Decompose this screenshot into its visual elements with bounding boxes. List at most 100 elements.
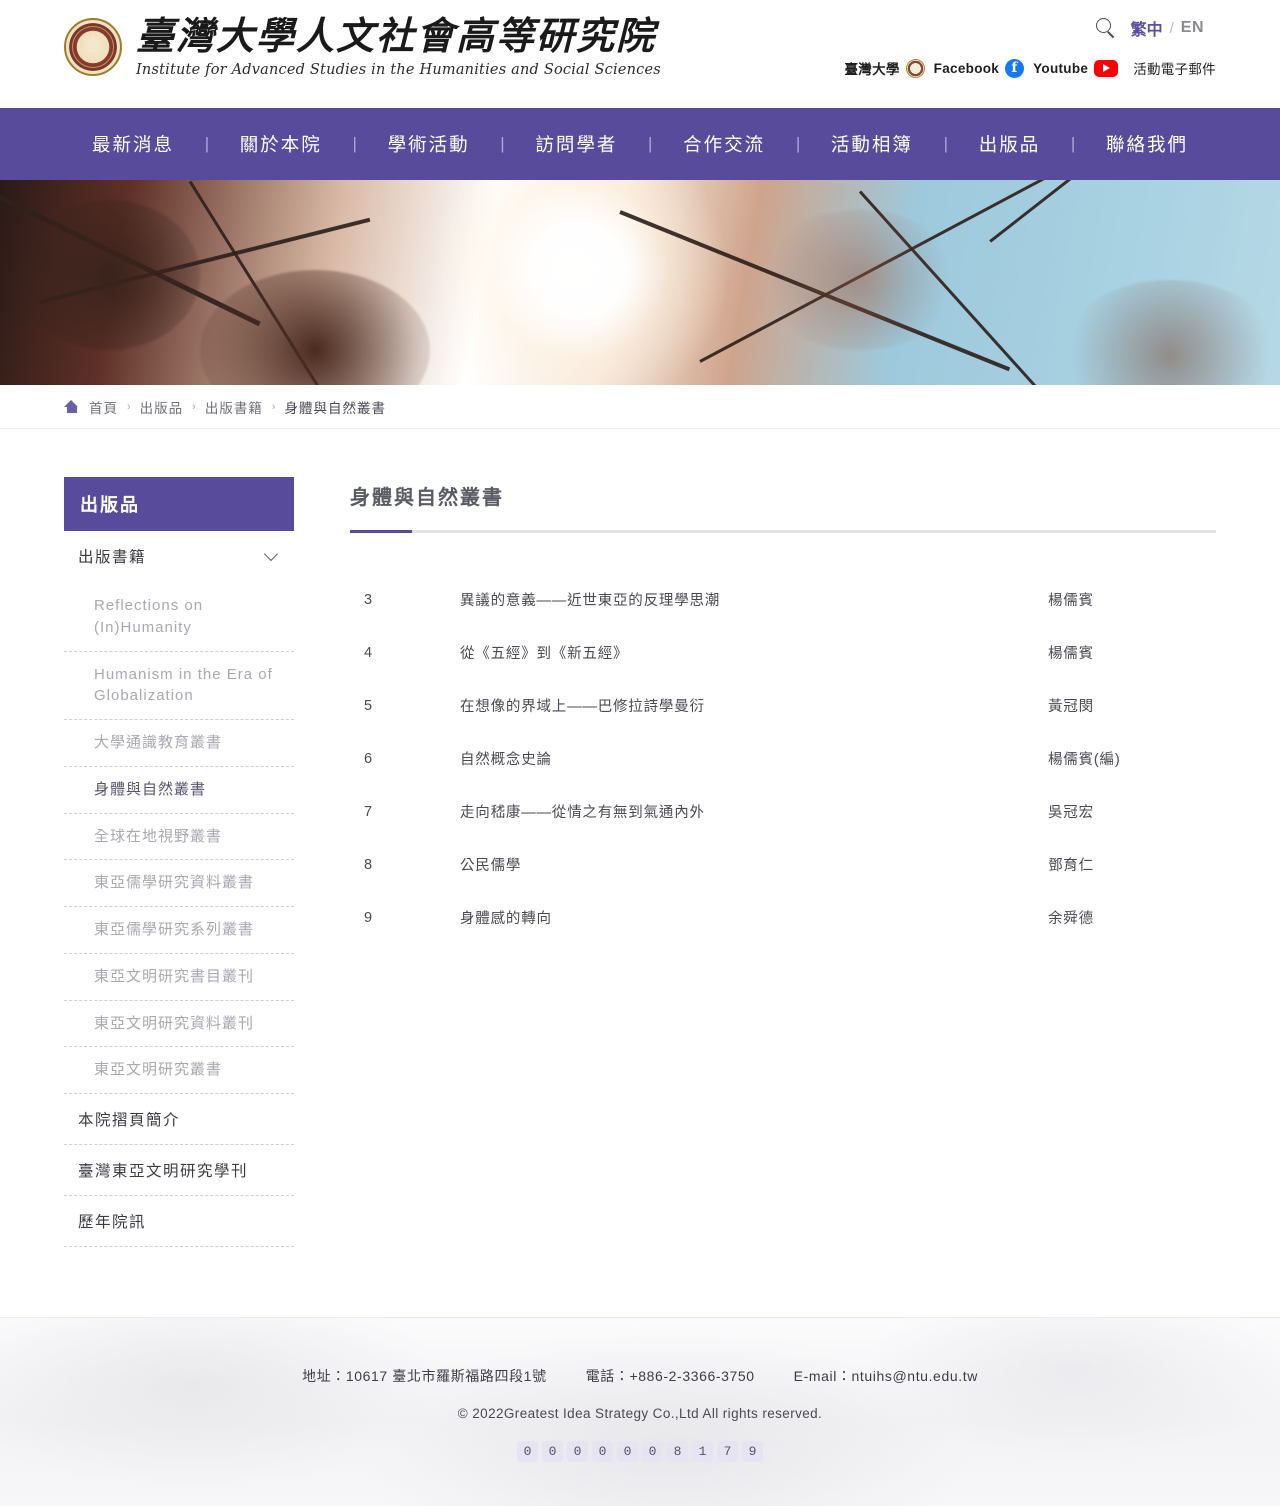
- table-row[interactable]: 7 走向嵇康——從情之有無到氣通內外 吳冠宏: [350, 785, 1216, 838]
- page-body: 出版品 出版書籍 Reflections on (In)Humanity Hum…: [0, 429, 1280, 1317]
- counter-digit: 0: [642, 1441, 663, 1462]
- nav-link-about[interactable]: 關於本院: [240, 131, 322, 157]
- nav-divider: |: [500, 134, 505, 153]
- sidebar-item-confucian-materials[interactable]: 東亞儒學研究資料叢書: [64, 860, 294, 907]
- nav-divider: |: [1070, 134, 1076, 153]
- sidebar-item-newsletter[interactable]: 歷年院訊: [64, 1196, 294, 1247]
- link-facebook[interactable]: Facebook f: [933, 58, 1025, 78]
- breadcrumb-item-books[interactable]: 出版書籍: [205, 397, 263, 417]
- book-author: 楊儒賓: [1048, 593, 1094, 609]
- nav-item-cooperation[interactable]: 合作交流: [683, 131, 765, 157]
- nav-link-publications[interactable]: 出版品: [979, 131, 1041, 157]
- site-logo[interactable]: 臺灣大學人文社會高等研究院 Institute for Advanced Stu…: [64, 8, 661, 78]
- nav-link-academic[interactable]: 學術活動: [388, 131, 470, 157]
- main-content: 身體與自然叢書 3 異議的意義——近世東亞的反理學思潮 楊儒賓 4 從《五經》到…: [350, 477, 1216, 944]
- site-header: 臺灣大學人文社會高等研究院 Institute for Advanced Stu…: [0, 0, 1280, 108]
- link-ntu[interactable]: 臺灣大學: [844, 58, 925, 78]
- nav-divider: |: [648, 134, 653, 153]
- sidebar-item-journal[interactable]: 臺灣東亞文明研究學刊: [64, 1145, 294, 1196]
- nav-link-news[interactable]: 最新消息: [92, 131, 174, 157]
- book-title[interactable]: 走向嵇康——從情之有無到氣通內外: [460, 785, 1036, 838]
- footer-phone: 電話：+886-2-3366-3750: [585, 1368, 755, 1384]
- book-author: 余舜德: [1048, 911, 1094, 927]
- nav-item-about[interactable]: 關於本院: [240, 131, 322, 157]
- book-title[interactable]: 自然概念史論: [460, 732, 1036, 785]
- book-title[interactable]: 異議的意義——近世東亞的反理學思潮: [460, 573, 1036, 626]
- breadcrumb-separator: ›: [127, 400, 131, 413]
- nav-item-publications[interactable]: 出版品: [979, 131, 1041, 157]
- nav-divider: |: [352, 134, 357, 153]
- table-row[interactable]: 8 公民儒學 鄧育仁: [350, 838, 1216, 891]
- search-icon[interactable]: [1095, 17, 1117, 39]
- foliage: [20, 200, 200, 350]
- breadcrumb: 首頁 › 出版品 › 出版書籍 › 身體與自然叢書: [64, 397, 386, 417]
- breadcrumb-separator: ›: [192, 400, 196, 413]
- link-youtube-label: Youtube: [1033, 60, 1089, 76]
- book-title[interactable]: 公民儒學: [460, 838, 1036, 891]
- counter-digit: 0: [617, 1441, 638, 1462]
- book-title[interactable]: 在想像的界域上——巴修拉詩學曼衍: [460, 679, 1036, 732]
- title-underline: [350, 530, 1216, 533]
- book-author: 楊儒賓(編): [1048, 752, 1121, 768]
- footer-copyright: © 2022Greatest Idea Strategy Co.,Ltd All…: [457, 1406, 823, 1421]
- footer-address: 地址：10617 臺北市羅斯福路四段1號: [302, 1368, 547, 1384]
- nav-item-album[interactable]: 活動相簿: [831, 131, 913, 157]
- lang-option-zh[interactable]: 繁中: [1131, 16, 1163, 40]
- nav-item-visiting-scholars[interactable]: 訪問學者: [535, 131, 617, 157]
- logo-text: 臺灣大學人文社會高等研究院 Institute for Advanced Stu…: [136, 8, 661, 78]
- nav-item-news[interactable]: 最新消息: [92, 131, 174, 157]
- link-ntu-label: 臺灣大學: [844, 62, 900, 77]
- language-switcher: 繁中 / EN: [1131, 16, 1204, 40]
- sidebar-item-global-local[interactable]: 全球在地視野叢書: [64, 814, 294, 861]
- sidebar-item-eastasia-materials[interactable]: 東亞文明研究資料叢刊: [64, 1001, 294, 1048]
- sidebar-group-books[interactable]: 出版書籍: [64, 531, 294, 566]
- visitor-counter: 0 0 0 0 0 0 8 1 7 9: [517, 1441, 763, 1462]
- foliage: [200, 270, 430, 385]
- youtube-icon: [1094, 59, 1119, 77]
- nav-link-album[interactable]: 活動相簿: [831, 131, 913, 157]
- link-facebook-label: Facebook: [933, 60, 1000, 76]
- sidebar-item-reflections[interactable]: Reflections on (In)Humanity: [64, 583, 294, 652]
- book-title[interactable]: 從《五經》到《新五經》: [460, 626, 1036, 679]
- nav-link-contact[interactable]: 聯絡我們: [1106, 131, 1188, 157]
- facebook-icon: f: [1005, 58, 1025, 78]
- lang-option-en[interactable]: EN: [1181, 19, 1204, 37]
- book-number: 4: [364, 644, 373, 661]
- sidebar-item-eastasia-series[interactable]: 東亞文明研究叢書: [64, 1047, 294, 1094]
- home-icon[interactable]: [64, 400, 79, 413]
- book-number: 7: [364, 803, 373, 820]
- sidebar-item-body-nature[interactable]: 身體與自然叢書: [64, 767, 294, 814]
- table-row[interactable]: 4 從《五經》到《新五經》 楊儒賓: [350, 626, 1216, 679]
- table-row[interactable]: 5 在想像的界域上——巴修拉詩學曼衍 黃冠閔: [350, 679, 1216, 732]
- breadcrumb-item-home[interactable]: 首頁: [89, 397, 118, 417]
- sidebar-sub-list: Reflections on (In)Humanity Humanism in …: [64, 557, 294, 1094]
- nav-link-visiting-scholars[interactable]: 訪問學者: [535, 131, 617, 157]
- link-youtube[interactable]: Youtube: [1033, 59, 1119, 77]
- nav-item-academic[interactable]: 學術活動: [388, 131, 470, 157]
- table-row[interactable]: 6 自然概念史論 楊儒賓(編): [350, 732, 1216, 785]
- link-event-mail[interactable]: 活動電子郵件: [1133, 58, 1216, 78]
- counter-digit: 8: [667, 1441, 688, 1462]
- book-title[interactable]: 身體感的轉向: [460, 891, 1036, 944]
- counter-digit: 0: [567, 1441, 588, 1462]
- sidebar-item-brochure[interactable]: 本院摺頁簡介: [64, 1094, 294, 1145]
- footer-email[interactable]: E-mail：ntuihs@ntu.edu.tw: [794, 1366, 978, 1386]
- logo-title-cn: 臺灣大學人文社會高等研究院: [136, 13, 657, 58]
- book-number: 5: [364, 697, 373, 714]
- table-row[interactable]: 9 身體感的轉向 余舜德: [350, 891, 1216, 944]
- table-row[interactable]: 3 異議的意義——近世東亞的反理學思潮 楊儒賓: [350, 573, 1216, 626]
- book-list-table: 3 異議的意義——近世東亞的反理學思潮 楊儒賓 4 從《五經》到《新五經》 楊儒…: [350, 573, 1216, 944]
- sidebar-item-general-education[interactable]: 大學通識教育叢書: [64, 720, 294, 767]
- breadcrumb-current: 身體與自然叢書: [284, 400, 387, 416]
- counter-digit: 9: [742, 1441, 763, 1462]
- nav-link-cooperation[interactable]: 合作交流: [683, 131, 765, 157]
- sidebar-item-humanism[interactable]: Humanism in the Era of Globalization: [64, 652, 294, 720]
- ntu-seal-icon: [905, 58, 925, 78]
- breadcrumb-item-publications[interactable]: 出版品: [140, 397, 184, 417]
- sidebar: 出版品 出版書籍 Reflections on (In)Humanity Hum…: [64, 477, 294, 1247]
- counter-digit: 0: [517, 1441, 538, 1462]
- sidebar-item-confucian-series[interactable]: 東亞儒學研究系列叢書: [64, 907, 294, 954]
- nav-item-contact[interactable]: 聯絡我們: [1106, 131, 1188, 157]
- sidebar-item-eastasia-bibliography[interactable]: 東亞文明研究書目叢刊: [64, 954, 294, 1001]
- main-navigation: 最新消息 | 關於本院 | 學術活動 | 訪問學者 | 合作交流 | 活動相簿 …: [0, 108, 1280, 180]
